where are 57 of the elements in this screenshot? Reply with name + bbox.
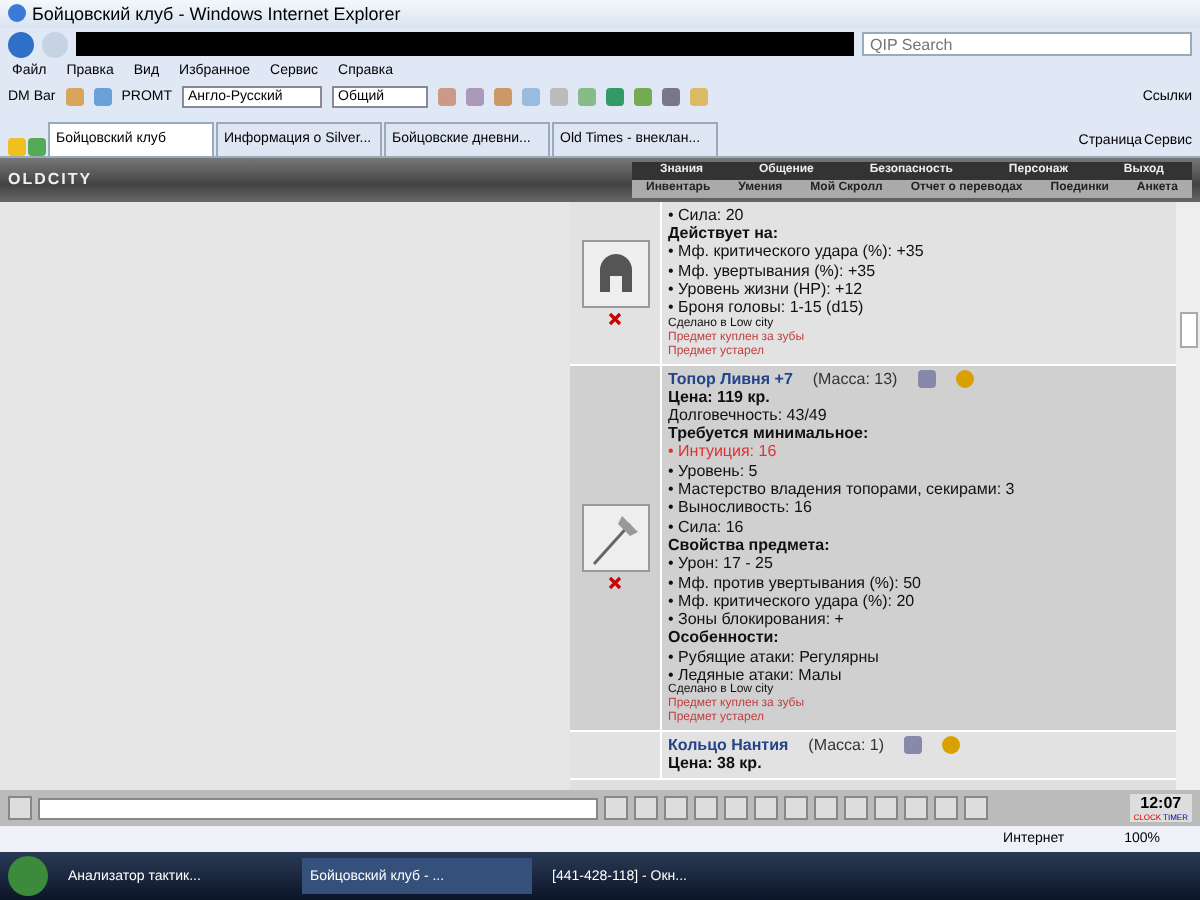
scrollbar-thumb[interactable] <box>1179 311 1197 348</box>
item-property: • Мф. критического удара (%): +35 <box>668 242 924 262</box>
chat-tool-icon[interactable] <box>664 796 688 821</box>
item-property: Цена: 119 кр. <box>668 387 772 406</box>
item-property: • Мф. увертывания (%): +35 <box>668 261 878 280</box>
coin-icon <box>942 736 961 755</box>
chat-input[interactable] <box>38 797 598 820</box>
item-property: Особенности: <box>668 628 781 648</box>
browser-icon <box>8 4 26 23</box>
chat-tool-icon[interactable] <box>934 796 958 821</box>
back-icon[interactable] <box>8 31 34 58</box>
item-property: Свойства предмета: <box>668 535 832 555</box>
item-property: Действует на: <box>668 224 781 243</box>
item-property: • Мастерство владения топорами, секирами: 3 <box>668 480 1015 499</box>
chat-tool-icon[interactable] <box>634 796 658 821</box>
chat-tool-icon[interactable] <box>814 796 838 821</box>
item-property: • Уровень: 5 <box>668 461 760 481</box>
coin-icon <box>955 369 974 388</box>
item-property: • Интуиция: 16 <box>668 442 779 462</box>
address-field[interactable] <box>76 32 854 57</box>
chat-tool-icon[interactable] <box>874 796 898 821</box>
chat-tool-icon[interactable] <box>694 796 718 821</box>
search-field[interactable]: QIP Search <box>862 32 1192 57</box>
item-property: Долговечность: 43/49 <box>668 405 829 425</box>
chat-tool-icon[interactable] <box>904 796 928 821</box>
gift-icon <box>917 369 936 388</box>
item-property: • Уровень жизни (HP): +12 <box>668 279 865 299</box>
item-mass: (Масса: 1) <box>808 736 885 755</box>
window-title: Бойцовский клуб - Windows Internet Explorer <box>32 3 401 24</box>
chat-tool-icon[interactable] <box>604 796 628 821</box>
chat-tool-icon[interactable] <box>784 796 808 821</box>
item-mass: (Масса: 13) <box>812 369 898 388</box>
item-property: • Рубящие атаки: Регулярны <box>668 647 881 667</box>
item-property: • Сила: 16 <box>668 517 746 536</box>
speaker-icon[interactable] <box>8 796 32 821</box>
item-property: Требуется минимальное: <box>668 424 871 443</box>
chat-tool-icon[interactable] <box>844 796 868 821</box>
item-property: • Ледяные атаки: Малы <box>668 666 844 685</box>
item-property: • Зоны блокирования: + <box>668 610 846 629</box>
delete-icon[interactable] <box>608 311 622 326</box>
item-property: • Сила: 20 <box>668 205 746 225</box>
start-button[interactable] <box>8 856 48 897</box>
chat-tool-icon[interactable] <box>724 796 748 821</box>
item-property: Цена: 38 кр. <box>668 754 764 774</box>
clock-time: 12:07 <box>1140 794 1182 813</box>
item-property: • Урон: 17 - 25 <box>668 554 775 574</box>
item-name-link[interactable]: Топор Ливня +7 <box>668 369 793 388</box>
item-name-link[interactable]: Кольцо Нантия <box>668 736 789 755</box>
item-property: • Выносливость: 16 <box>668 498 814 518</box>
item-property: • Мф. критического удара (%): 20 <box>668 591 917 611</box>
chat-tool-icon[interactable] <box>964 796 988 821</box>
chat-tool-icon[interactable] <box>754 796 778 821</box>
delete-icon[interactable] <box>608 576 622 591</box>
gift-icon <box>904 736 923 755</box>
item-property: • Мф. против увертывания (%): 50 <box>668 573 924 592</box>
game-logo: OLDCITY <box>8 170 93 189</box>
item-property: • Броня головы: 1-15 (d15) <box>668 298 866 317</box>
